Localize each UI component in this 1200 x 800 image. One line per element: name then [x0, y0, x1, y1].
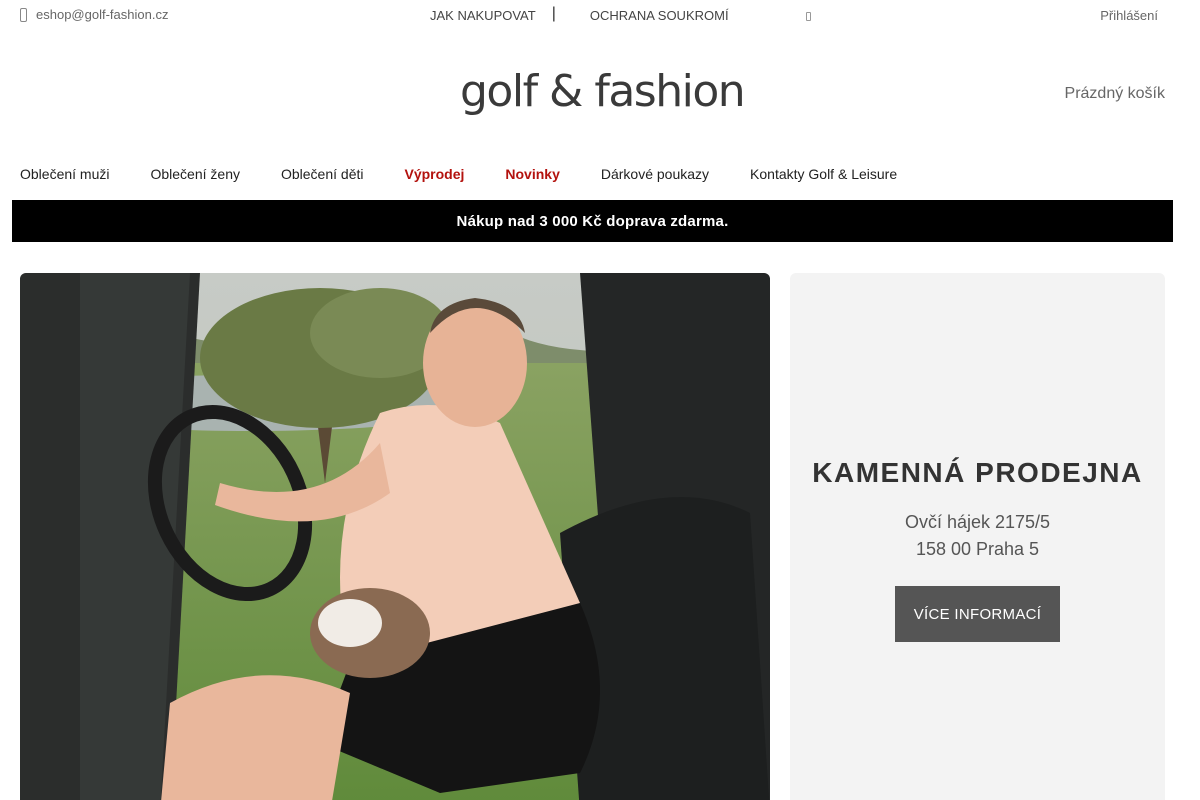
- contact-email[interactable]: eshop@golf-fashion.cz: [20, 7, 168, 22]
- more-info-button[interactable]: VÍCE INFORMACÍ: [895, 586, 1060, 642]
- login-link[interactable]: Přihlášení: [1100, 8, 1158, 23]
- nav-item-kids[interactable]: Oblečení děti: [281, 166, 364, 182]
- site-logo[interactable]: golf & fashion: [460, 64, 746, 120]
- link-how-to-buy[interactable]: JAK NAKUPOVAT: [430, 8, 536, 23]
- top-links: JAK NAKUPOVAT | OCHRANA SOUKROMÍ: [430, 4, 729, 23]
- phone-icon[interactable]: [806, 12, 811, 21]
- phone-icon: [20, 7, 27, 22]
- link-privacy[interactable]: OCHRANA SOUKROMÍ: [590, 8, 729, 23]
- nav-item-contacts[interactable]: Kontakty Golf & Leisure: [750, 166, 897, 182]
- hero-image[interactable]: [20, 273, 770, 800]
- store-address-city: 158 00 Praha 5: [915, 539, 1040, 559]
- nav-item-sale[interactable]: Výprodej: [404, 166, 464, 182]
- nav-item-gift-vouchers[interactable]: Dárkové poukazy: [601, 166, 709, 182]
- nav-item-men[interactable]: Oblečení muži: [20, 166, 109, 182]
- nav-item-new[interactable]: Novinky: [505, 166, 559, 182]
- link-separator: |: [551, 4, 556, 22]
- contact-email-text[interactable]: eshop@golf-fashion.cz: [36, 7, 168, 22]
- store-card: KAMENNÁ PRODEJNA Ovčí hájek 2175/5 158 0…: [790, 273, 1165, 800]
- nav-item-women[interactable]: Oblečení ženy: [150, 166, 240, 182]
- top-bar: eshop@golf-fashion.cz JAK NAKUPOVAT | OC…: [0, 0, 1200, 32]
- store-address: Ovčí hájek 2175/5 158 00 Praha 5: [790, 509, 1165, 563]
- store-address-street: Ovčí hájek 2175/5: [904, 512, 1051, 532]
- main-nav: Oblečení muži Oblečení ženy Oblečení dět…: [20, 166, 938, 182]
- cart-link[interactable]: Prázdný košík: [1065, 85, 1165, 103]
- free-shipping-banner: Nákup nad 3 000 Kč doprava zdarma.: [12, 200, 1173, 242]
- store-title: KAMENNÁ PRODEJNA: [812, 457, 1143, 488]
